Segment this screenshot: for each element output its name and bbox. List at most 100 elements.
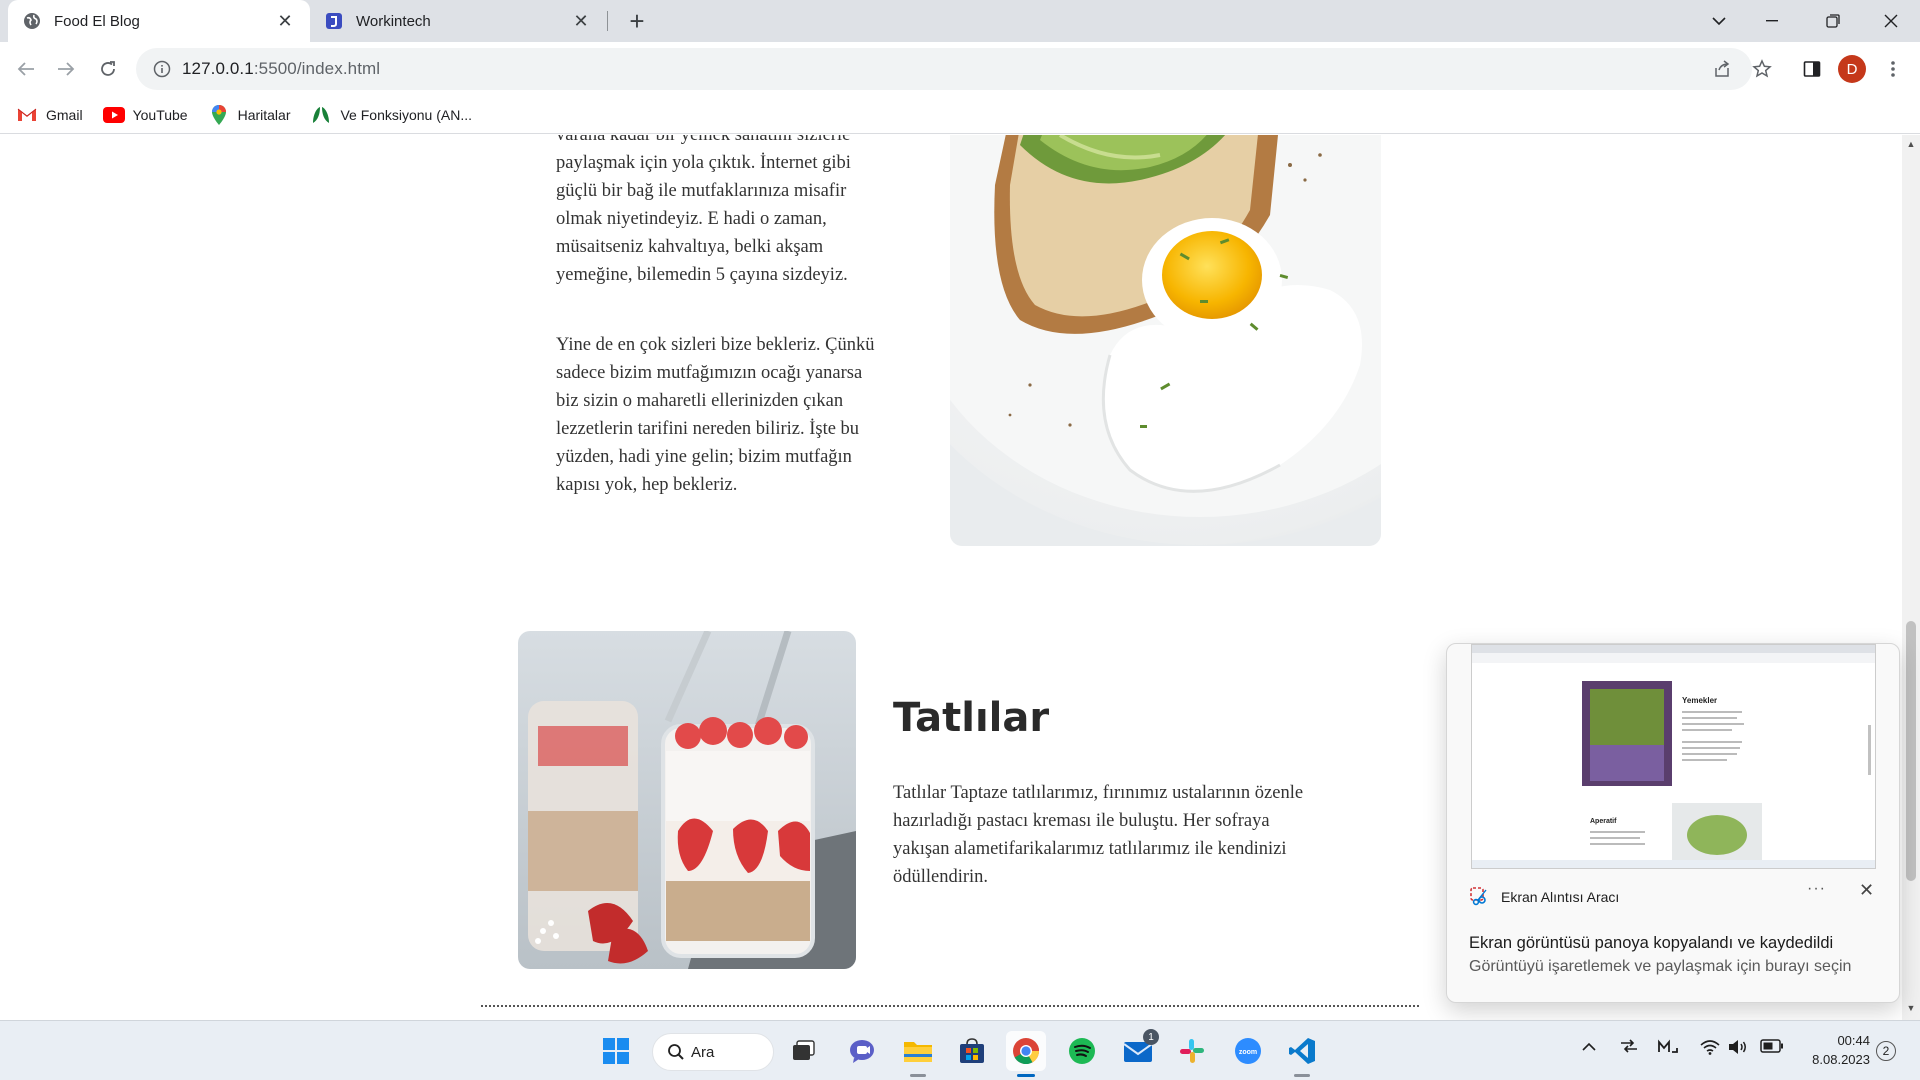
close-icon[interactable]: ✕ [1859,880,1874,901]
dessert-photo [518,631,856,969]
slack-icon[interactable] [1172,1031,1212,1071]
invite-paragraph: Yine de en çok sizleri bize bekleriz. Çü… [556,331,875,499]
chrome-icon[interactable] [1006,1031,1046,1077]
tab-search-chevron-icon[interactable] [1694,0,1744,42]
taskbar-search-input[interactable]: Ara [652,1033,774,1071]
microsoft-store-icon[interactable] [952,1031,992,1071]
tab-divider [607,11,608,31]
running-indicator [910,1074,926,1077]
screenshot-preview[interactable]: Yemekler Aperatif [1471,644,1876,869]
clock-date: 8.08.2023 [1812,1052,1870,1067]
notification-app-name: Ekran Alıntısı Aracı [1501,889,1620,905]
dessert-line: yakışan alametifarikalarımız tatlılarımı… [893,839,1287,859]
site-info-icon[interactable] [142,60,182,78]
file-explorer-icon[interactable] [898,1031,938,1077]
page-scrollbar[interactable]: ▲ ▼ [1902,135,1920,1020]
maps-pin-icon [208,104,230,125]
running-indicator [1294,1074,1310,1077]
preview-heading: Aperatif [1590,818,1617,825]
battery-icon[interactable] [1760,1039,1784,1057]
url-host: 127.0.0.1 [182,59,254,78]
tab-food-el-blog[interactable]: Food El Blog ✕ [8,0,310,42]
wifi-icon[interactable] [1700,1039,1720,1059]
intro-line: olmak niyetindeyiz. E hadi o zaman, [556,209,827,229]
close-icon[interactable]: ✕ [274,10,296,32]
windows-taskbar: Ara 1 zoom 00:44 8.08.2023 2 [0,1020,1920,1080]
zoom-icon[interactable]: zoom [1228,1031,1268,1071]
notification-subtitle: Görüntüyü işaretlemek ve paylaşmak için … [1469,958,1852,975]
svg-text:zoom: zoom [1239,1049,1257,1056]
meter-icon[interactable] [1658,1039,1678,1057]
invite-line: biz sizin o maharetli ellerinizden çıkan [556,391,844,411]
minimize-button[interactable] [1747,0,1797,42]
profile-avatar[interactable]: D [1838,55,1866,83]
teams-chat-icon[interactable] [842,1031,882,1071]
bookmark-youtube[interactable]: YouTube [102,106,188,124]
browser-toolbar: 127.0.0.1:5500/index.html D [0,42,1920,96]
close-icon[interactable]: ✕ [570,10,592,32]
tab-title: Food El Blog [54,12,140,30]
intro-paragraph: varana kadar bir yemek sanatını sizlerle… [556,135,851,289]
dessert-line: Tatlılar Taptaze tatlılarımız, fırınımız… [893,783,1304,803]
search-label: Ara [691,1043,715,1061]
spotify-icon[interactable] [1062,1031,1102,1071]
intro-line: güçlü bir bağ ile mutfaklarınıza misafir [556,181,847,201]
preview-heading: Yemekler [1682,696,1717,705]
show-hidden-icons-chevron-icon[interactable] [1582,1039,1596,1056]
dessert-heading: Tatlılar [893,695,1050,741]
snipping-tool-icon [1469,886,1491,908]
invite-line: Yine de en çok sizleri bize bekleriz. Çü… [556,335,875,355]
bookmark-ve-fonksiyonu[interactable]: Ve Fonksiyonu (AN... [310,106,472,124]
url-text: 127.0.0.1:5500/index.html [182,59,380,79]
tab-title: Workintech [356,12,431,30]
notification-count-badge[interactable]: 2 [1876,1041,1896,1061]
bookmark-haritalar[interactable]: Haritalar [208,104,291,125]
clock-time: 00:44 [1837,1033,1870,1048]
intro-line-partial: varana kadar bir yemek sanatını sizlerle [556,135,851,145]
invite-line: lezzetlerin tarifini nereden biliriz. İş… [556,419,860,439]
address-bar[interactable]: 127.0.0.1:5500/index.html [136,48,1752,90]
dessert-paragraph: Tatlılar Taptaze tatlılarımız, fırınımız… [893,779,1303,891]
breakfast-photo [950,135,1381,546]
notification-app: Ekran Alıntısı Aracı [1469,886,1619,908]
forward-button[interactable] [50,53,82,85]
snipping-tool-notification[interactable]: Yemekler Aperatif Ekran Alıntısı Aracı ·… [1446,643,1900,1003]
close-window-button[interactable] [1866,0,1916,42]
bookmark-star-icon[interactable] [1745,52,1779,86]
mail-icon[interactable]: 1 [1118,1029,1159,1071]
share-icon[interactable] [1705,52,1739,86]
taskbar-clock[interactable]: 00:44 8.08.2023 [1796,1031,1870,1069]
invite-line: kapısı yok, hep bekleriz. [556,475,738,495]
windows-start-icon[interactable] [596,1031,636,1071]
side-panel-icon[interactable] [1795,52,1829,86]
invite-line: yüzden, hadi yine gelin; bizim mutfağın [556,447,852,467]
scroll-down-arrow-icon[interactable]: ▼ [1906,1003,1916,1013]
menu-kebab-icon[interactable] [1876,52,1910,86]
new-tab-button[interactable]: + [622,6,652,36]
more-options-button[interactable]: ··· [1807,880,1826,898]
reload-button[interactable] [92,53,124,85]
search-icon [667,1043,685,1065]
bookmark-label: YouTube [132,106,188,123]
bookmark-label: Haritalar [237,106,291,123]
bookmark-label: Ve Fonksiyonu (AN... [340,106,472,123]
invite-line: sadece bizim mutfağımızın ocağı yanarsa [556,363,863,383]
vscode-icon[interactable] [1282,1031,1322,1077]
task-view-icon[interactable] [784,1031,824,1071]
restore-button[interactable] [1808,0,1858,42]
tab-workintech[interactable]: Workintech ✕ [310,0,606,42]
globe-icon [22,11,42,31]
bookmark-gmail[interactable]: Gmail [16,106,83,124]
scrollbar-thumb[interactable] [1906,621,1916,881]
youtube-icon [102,106,125,124]
active-indicator [1017,1074,1035,1077]
intro-line: müsaitseniz kahvaltıya, belki akşam [556,237,824,257]
network-settings-icon[interactable] [1620,1039,1638,1057]
intro-line: paylaşmak için yola çıktık. İnternet gib… [556,153,851,173]
back-button[interactable] [10,53,42,85]
mail-badge: 1 [1143,1029,1159,1045]
dessert-line: ödüllendirin. [893,867,989,887]
volume-icon[interactable] [1728,1039,1748,1059]
section-divider [481,1005,1419,1007]
scroll-up-arrow-icon[interactable]: ▲ [1906,139,1916,149]
